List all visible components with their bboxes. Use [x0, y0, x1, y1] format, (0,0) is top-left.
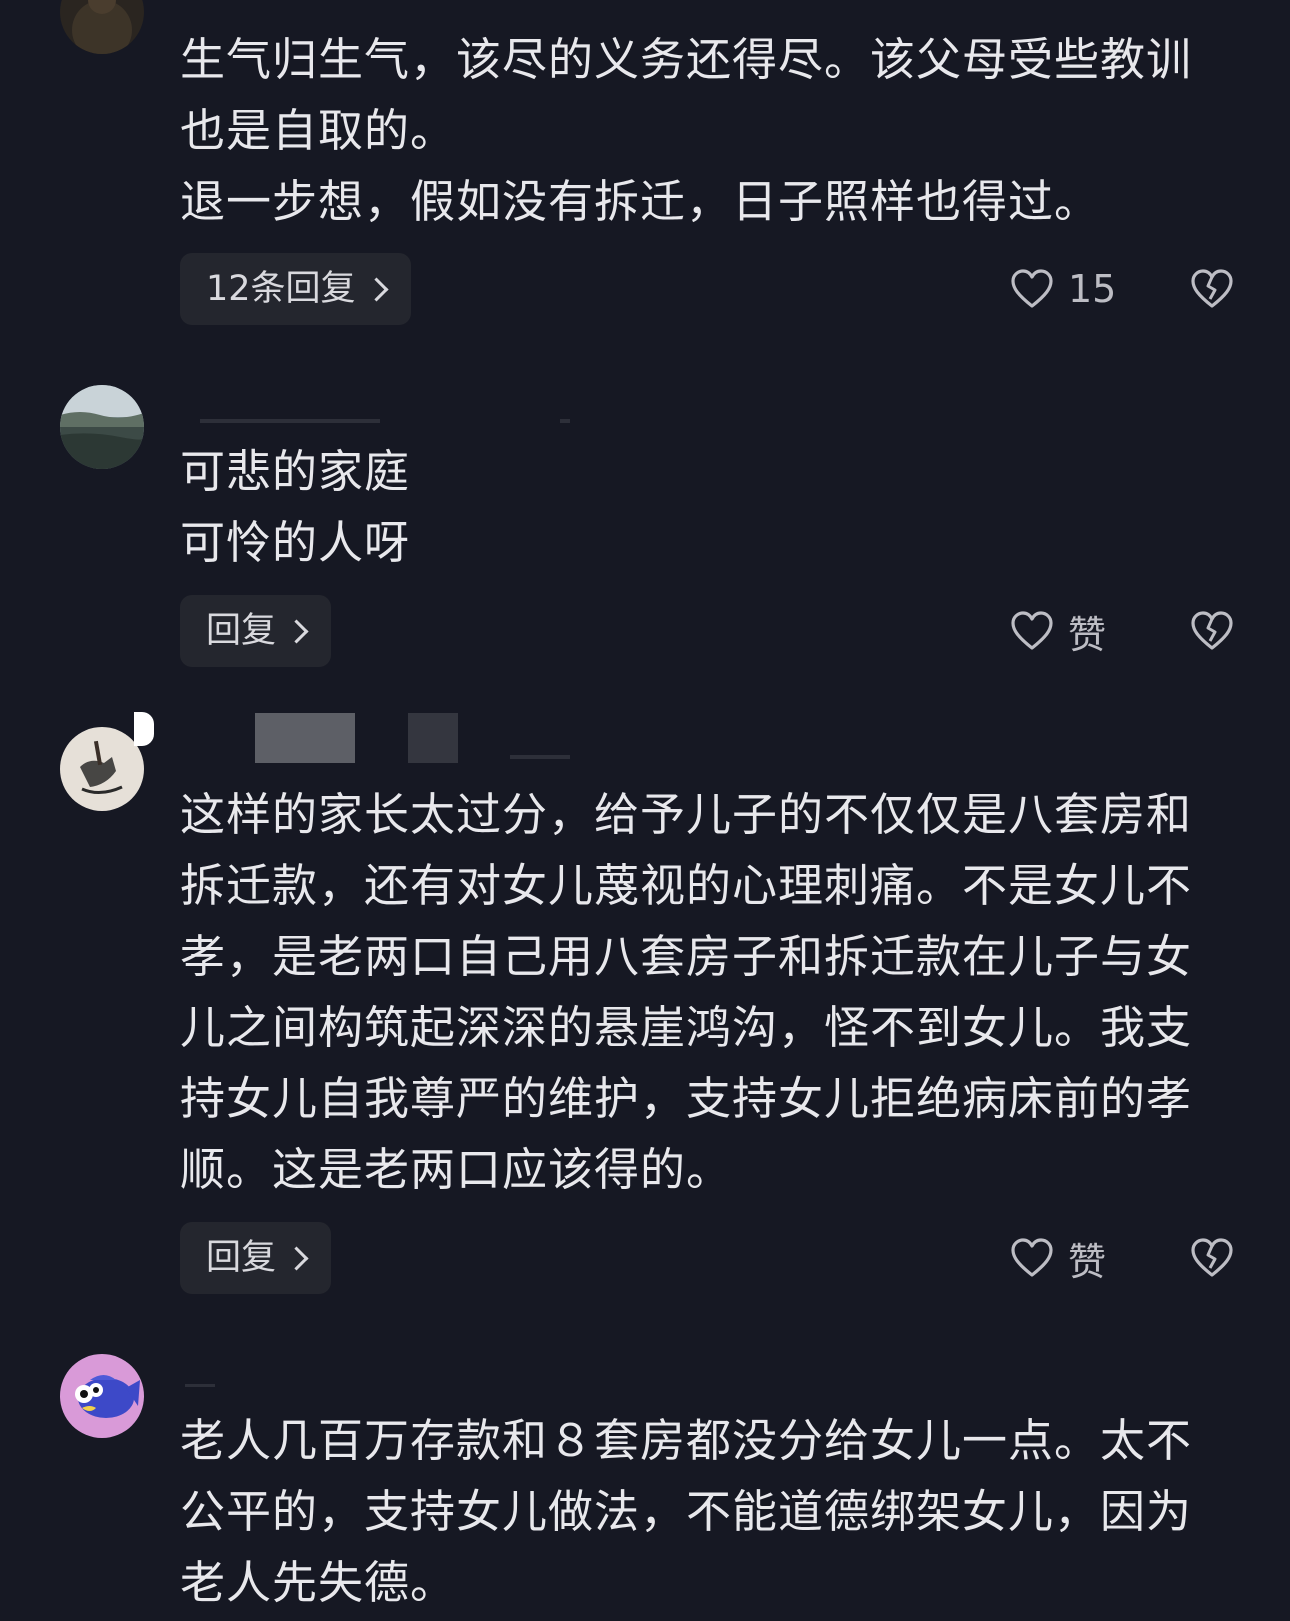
like-button[interactable]: 赞	[1010, 1222, 1106, 1294]
broken-heart-icon	[1191, 1238, 1233, 1277]
avatar[interactable]	[60, 1354, 144, 1438]
avatar[interactable]	[60, 385, 144, 469]
dislike-button[interactable]	[1190, 1222, 1234, 1294]
reply-button[interactable]: 回复	[180, 595, 332, 667]
comment-line: 孝，是老两口自己用八套房子和拆迁款在儿子与女	[180, 930, 1193, 983]
comment-text: 这样的家长太过分，给予儿子的不仅仅是八套房和 拆迁款，还有对女儿蔑视的心理刺痛。…	[180, 779, 1230, 1205]
dislike-button[interactable]	[1190, 253, 1234, 325]
reply-button[interactable]: 回复	[180, 1222, 332, 1294]
user-avatar-icon	[60, 727, 144, 811]
reply-label: 回复	[206, 611, 277, 651]
comment-line: 退一步想，假如没有拆迁，日子照样也得过。	[180, 175, 1101, 228]
comment-line: 顺。这是老两口应该得的。	[180, 1143, 733, 1196]
user-avatar-icon	[60, 385, 144, 469]
broken-heart-icon	[1191, 269, 1233, 308]
comment-line: 生气归生气，该尽的义务还得尽。该父母受些教训	[180, 33, 1193, 86]
like-label: 赞	[1068, 1239, 1107, 1284]
username-blurred	[180, 713, 600, 763]
reply-label: 回复	[206, 1238, 277, 1278]
chevron-right-icon	[284, 1245, 309, 1271]
username-blurred	[180, 405, 600, 425]
dislike-button[interactable]	[1190, 595, 1234, 667]
comment-line: 拆迁款，还有对女儿蔑视的心理刺痛。不是女儿不	[180, 859, 1193, 912]
like-button[interactable]: 赞	[1010, 595, 1106, 667]
broken-heart-icon	[1191, 611, 1233, 650]
reply-label: 12条回复	[206, 269, 356, 309]
badge-icon	[134, 712, 154, 746]
comment-text: 老人几百万存款和８套房都没分给女儿一点。太不 公平的，支持女儿做法，不能道德绑架…	[180, 1405, 1230, 1618]
comment-line: 老人先失德。	[180, 1556, 457, 1609]
comment-line: 儿之间构筑起深深的悬崖鸿沟，怪不到女儿。我支	[180, 1001, 1193, 1054]
heart-outline-icon	[1011, 611, 1053, 650]
chevron-right-icon	[364, 276, 389, 302]
heart-outline-icon	[1011, 269, 1053, 308]
like-button[interactable]: 15	[1010, 253, 1116, 325]
username-blurred	[180, 1380, 240, 1390]
heart-outline-icon	[1011, 1238, 1053, 1277]
comment-text: 生气归生气，该尽的义务还得尽。该父母受些教训 也是自取的。 退一步想，假如没有拆…	[180, 24, 1230, 237]
comment-line: 可悲的家庭	[180, 445, 411, 498]
comment-line: 老人几百万存款和８套房都没分给女儿一点。太不	[180, 1414, 1193, 1467]
like-label: 赞	[1068, 612, 1107, 657]
like-count: 15	[1068, 267, 1117, 311]
comment-text: 可悲的家庭 可怜的人呀	[180, 436, 1230, 578]
comment-line: 公平的，支持女儿做法，不能道德绑架女儿，因为	[180, 1485, 1193, 1538]
view-replies-button[interactable]: 12条回复	[180, 253, 411, 325]
user-avatar-icon	[60, 0, 144, 54]
chevron-right-icon	[284, 618, 309, 644]
comment-line: 也是自取的。	[180, 104, 457, 157]
comment-line: 持女儿自我尊严的维护，支持女儿拒绝病床前的孝	[180, 1072, 1193, 1125]
comment-line: 可怜的人呀	[180, 516, 411, 569]
avatar[interactable]	[60, 727, 144, 811]
user-avatar-icon	[60, 1354, 144, 1438]
comment-line: 这样的家长太过分，给予儿子的不仅仅是八套房和	[180, 788, 1193, 841]
avatar[interactable]	[60, 0, 144, 54]
